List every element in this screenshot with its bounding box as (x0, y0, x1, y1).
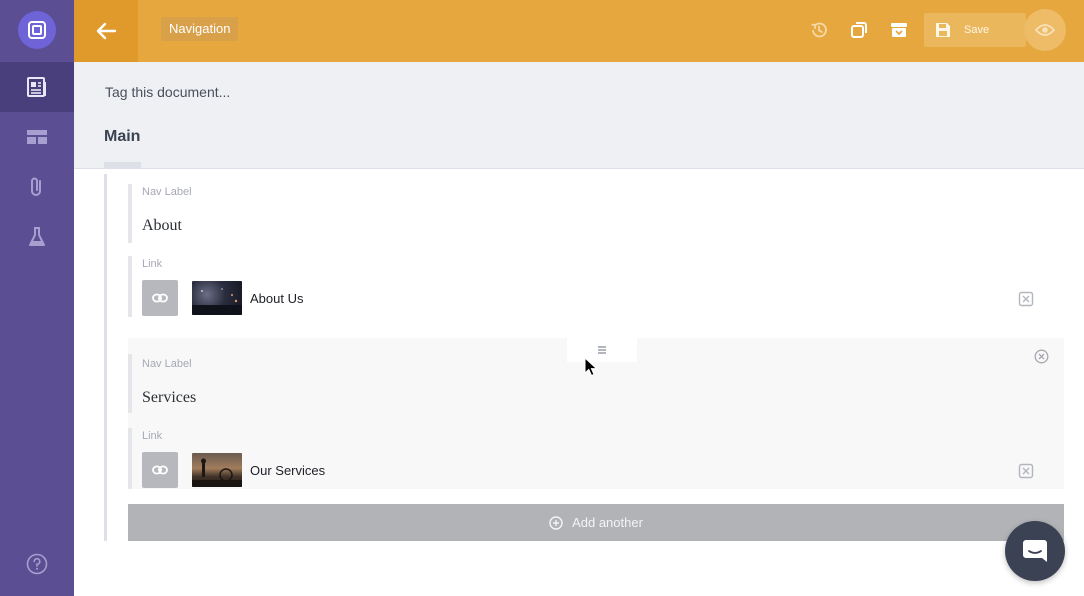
chat-launcher-button[interactable] (1005, 521, 1065, 581)
link-title[interactable]: About Us (250, 291, 303, 306)
nav-label-field-label: Nav Label (142, 358, 192, 370)
remove-link-button[interactable] (1018, 291, 1034, 307)
plus-circle-icon (549, 515, 563, 530)
drag-handle[interactable] (567, 338, 637, 362)
sidebar-item-layouts[interactable] (0, 112, 74, 162)
remove-circle-icon (1034, 349, 1049, 364)
link-icon (152, 465, 168, 475)
link-field-label: Link (142, 430, 163, 442)
group-rail (104, 174, 107, 541)
document-header: Tag this document... Main (74, 62, 1084, 169)
nav-item-about: Nav Label About Link About Us (128, 176, 1064, 322)
drag-handle-icon (598, 346, 606, 354)
flask-icon (29, 227, 45, 246)
paperclip-icon (31, 177, 41, 196)
layout-icon (27, 130, 47, 144)
field-rail (128, 428, 132, 489)
close-icon (1018, 463, 1034, 479)
link-button[interactable] (142, 280, 178, 316)
help-button[interactable] (26, 553, 48, 575)
app-logo[interactable] (18, 11, 56, 49)
link-title[interactable]: Our Services (250, 463, 325, 478)
archive-icon (891, 23, 907, 37)
field-rail (128, 354, 132, 413)
thumbnail-image-icon (192, 458, 242, 487)
sidebar-item-documents[interactable] (0, 62, 74, 112)
mouse-cursor-icon (584, 357, 598, 377)
nav-label-input[interactable]: About (142, 217, 182, 235)
add-another-label: Add another (572, 515, 643, 530)
nav-label-input[interactable]: Services (142, 389, 196, 407)
tab-active-indicator (104, 162, 141, 168)
save-button[interactable]: Save (924, 13, 1026, 47)
preview-button[interactable] (1024, 9, 1066, 51)
sidebar-item-media[interactable] (0, 162, 74, 212)
archive-button[interactable] (888, 19, 910, 41)
link-thumbnail (192, 453, 242, 487)
save-label: Save (964, 24, 990, 36)
nav-label-field-label: Nav Label (142, 186, 192, 198)
back-button[interactable] (74, 0, 138, 62)
link-button[interactable] (142, 452, 178, 488)
logo-icon (28, 21, 46, 39)
chat-icon (1023, 540, 1047, 562)
help-icon (26, 553, 48, 575)
top-toolbar: Navigation Save (74, 0, 1084, 62)
field-rail (128, 184, 132, 243)
thumbnail-image-icon (192, 288, 242, 315)
document-title: Navigation (161, 17, 239, 41)
sidebar (0, 0, 74, 596)
link-field-label: Link (142, 258, 163, 270)
remove-item-button[interactable] (1034, 349, 1049, 364)
add-another-button[interactable]: Add another (128, 504, 1064, 541)
document-icon (27, 77, 46, 97)
arrow-left-icon (96, 22, 117, 40)
save-icon (936, 23, 950, 37)
tab-main[interactable]: Main (104, 128, 140, 146)
link-thumbnail (192, 281, 242, 315)
field-rail (128, 256, 132, 317)
tag-input[interactable]: Tag this document... (105, 84, 230, 100)
history-button[interactable] (808, 19, 830, 41)
sidebar-item-lab[interactable] (0, 212, 74, 262)
close-icon (1018, 291, 1034, 307)
remove-link-button[interactable] (1018, 463, 1034, 479)
duplicate-button[interactable] (848, 19, 870, 41)
duplicate-icon (851, 22, 867, 38)
link-icon (152, 293, 168, 303)
eye-icon (1035, 24, 1055, 36)
history-icon (811, 22, 827, 38)
